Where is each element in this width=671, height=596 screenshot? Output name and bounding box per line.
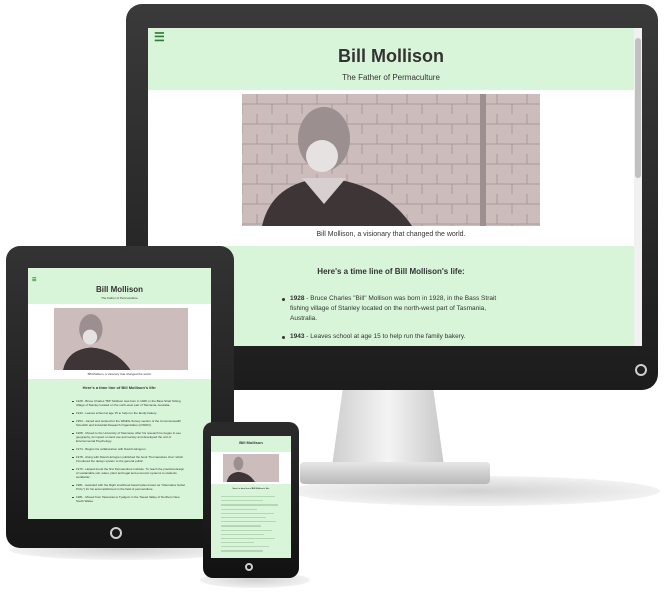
monitor-power-button[interactable] bbox=[635, 364, 647, 376]
page-title: Bill Mollison bbox=[338, 46, 444, 66]
scrollbar-thumb[interactable] bbox=[635, 38, 641, 178]
page-title: Bill Mollison bbox=[239, 440, 263, 445]
timeline-item: 1979 - Helped found the first Permacultu… bbox=[72, 467, 186, 479]
timeline-text: - Leaves school at age 15 to help run th… bbox=[304, 333, 466, 340]
portrait-photo bbox=[54, 308, 188, 370]
page-header: ☰ Bill Mollison The Father of Permacultu… bbox=[148, 28, 634, 90]
timeline-item: 1954 - Joined and worked for the Wildlif… bbox=[72, 419, 186, 427]
timeline-item: 1981 - Awarded with the Right Livelihood… bbox=[72, 483, 186, 491]
timeline-year: 1928 bbox=[290, 295, 305, 302]
page-header: ☰ Bill Mollison The Father of Permacultu… bbox=[28, 268, 211, 304]
text-line bbox=[221, 546, 269, 548]
page-title: Bill Mollison bbox=[95, 285, 144, 294]
hamburger-menu-icon[interactable]: ☰ bbox=[154, 31, 166, 43]
timeline-item: 1943 - Leaves school at age 15 to help r… bbox=[72, 411, 186, 415]
page-subtitle: The Father of Permaculture bbox=[101, 296, 138, 300]
timeline-list: 1928 - Bruce Charles "Bill" Mollison was… bbox=[282, 294, 510, 346]
text-line bbox=[221, 525, 261, 527]
text-line bbox=[221, 537, 275, 540]
text-line bbox=[221, 529, 272, 531]
page-header: Bill Mollison bbox=[211, 436, 291, 452]
timeline-item: 1968 - Moved to the University of Tasman… bbox=[72, 431, 186, 443]
hamburger-menu-icon[interactable]: ☰ bbox=[32, 277, 36, 283]
photo-caption: Bill Mollison, a visionary that changed … bbox=[87, 372, 152, 376]
timeline-heading: Here's a time line of Bill Mollison's li… bbox=[82, 385, 157, 390]
timeline-list: 1928 - Bruce Charles "Bill" Mollison was… bbox=[72, 399, 186, 507]
timeline-year: 1943 bbox=[290, 333, 305, 340]
timeline-section: Here's a time line of Bill Mollison's li… bbox=[211, 484, 291, 558]
tablet-screen: ☰ Bill Mollison The Father of Permacultu… bbox=[28, 268, 211, 519]
timeline-item: 1978 - Along with David Holmgren publish… bbox=[72, 455, 186, 463]
timeline-section: Here's a time line of Bill Mollison's li… bbox=[28, 379, 211, 519]
text-line bbox=[221, 521, 277, 523]
text-line bbox=[221, 533, 265, 535]
phone-screen: Bill Mollison Here's a time line of Bill… bbox=[211, 436, 291, 558]
timeline-item: 1928 - Bruce Charles "Bill" Mollison was… bbox=[72, 399, 186, 407]
phone-home-button[interactable] bbox=[245, 563, 253, 571]
text-line bbox=[221, 504, 278, 506]
text-line bbox=[221, 550, 263, 552]
timeline-item: 1974 - Begins his collaboration with Dav… bbox=[72, 447, 186, 451]
monitor-stand-base bbox=[300, 462, 490, 484]
portrait-photo bbox=[242, 94, 540, 226]
timeline-item: 1981 - Moved from Tasmania to Tyalgum in… bbox=[72, 495, 186, 503]
monitor-stand-neck bbox=[332, 386, 444, 466]
text-line bbox=[221, 516, 266, 519]
timeline-item: 1928 - Bruce Charles "Bill" Mollison was… bbox=[282, 294, 510, 324]
text-line bbox=[221, 508, 257, 510]
page-subtitle: The Father of Permaculture bbox=[342, 73, 440, 82]
timeline-text-lines bbox=[221, 496, 281, 555]
page-scrollbar[interactable] bbox=[634, 28, 642, 346]
portrait-photo bbox=[223, 454, 279, 482]
timeline-text: - Bruce Charles "Bill" Mollison was born… bbox=[290, 295, 497, 322]
photo-caption: Bill Mollison, a visionary that changed … bbox=[316, 231, 466, 238]
text-line bbox=[221, 542, 254, 544]
text-line bbox=[221, 512, 274, 514]
text-line bbox=[221, 500, 263, 502]
timeline-heading: Here's a time line of Bill Mollison's li… bbox=[232, 488, 270, 490]
text-line bbox=[221, 496, 275, 498]
timeline-item: 1943 - Leaves school at age 15 to help r… bbox=[282, 332, 510, 342]
tablet-home-button[interactable] bbox=[110, 527, 122, 539]
